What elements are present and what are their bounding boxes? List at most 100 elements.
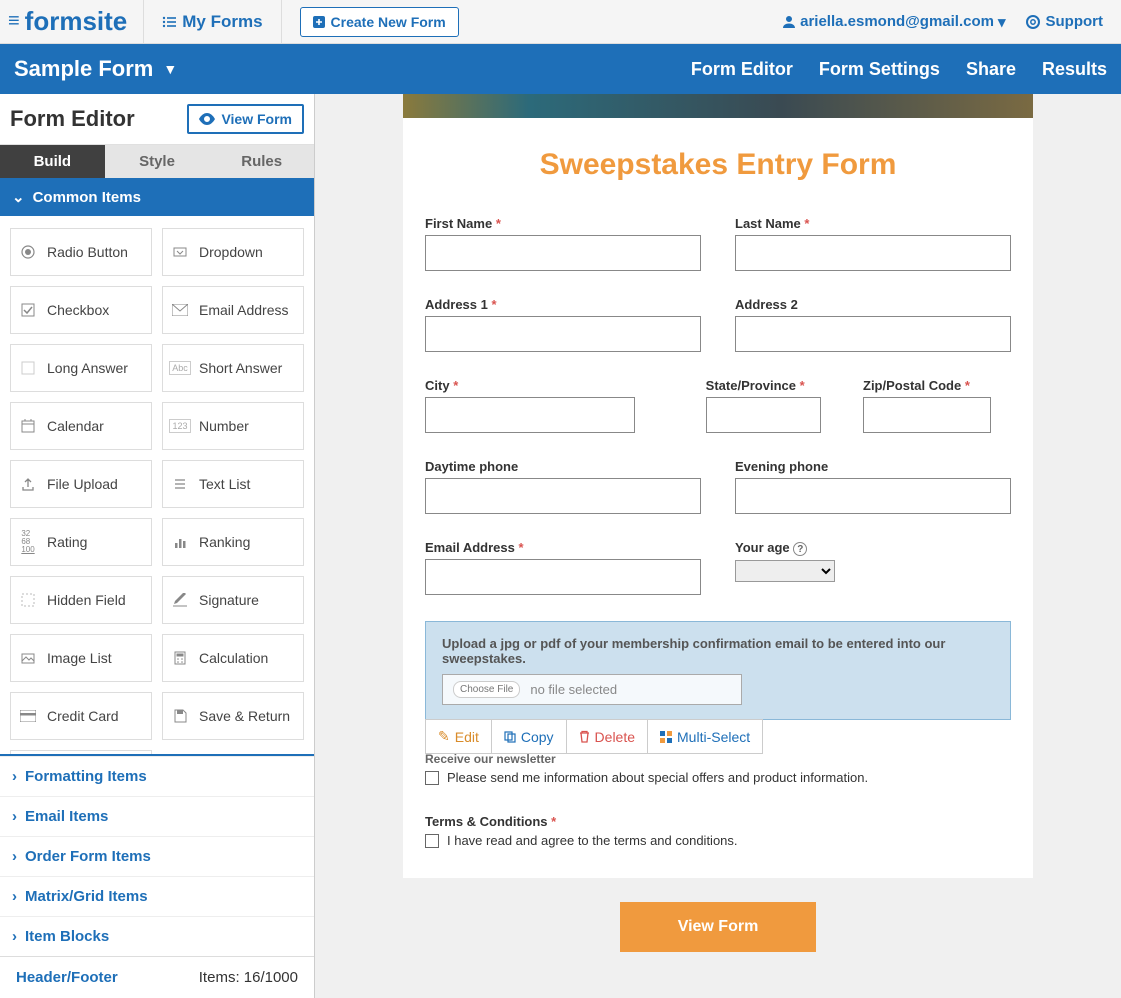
upload-label: Upload a jpg or pdf of your membership c… — [442, 636, 994, 666]
choose-file-button[interactable]: Choose File — [453, 681, 520, 698]
item-text-list[interactable]: Text List — [162, 460, 304, 508]
item-signature[interactable]: Signature — [162, 576, 304, 624]
sidebar-tab-build[interactable]: Build — [0, 145, 105, 178]
city-input[interactable] — [425, 397, 635, 433]
field-address2[interactable]: Address 2 — [735, 297, 1011, 352]
header-footer-link[interactable]: Header/Footer — [16, 969, 118, 986]
sidebar: Form Editor View Form Build Style Rules … — [0, 94, 315, 998]
view-form-button-large[interactable]: View Form — [620, 902, 816, 952]
form-name-label: Sample Form — [14, 56, 153, 82]
tab-form-settings[interactable]: Form Settings — [819, 59, 940, 80]
textlist-icon — [171, 475, 189, 493]
chevron-down-icon: ▾ — [998, 13, 1006, 31]
field-first-name[interactable]: First Name * — [425, 216, 701, 271]
toolbar-edit[interactable]: ✎ Edit — [426, 720, 492, 753]
item-long-answer[interactable]: Long Answer — [10, 344, 152, 392]
last-name-input[interactable] — [735, 235, 1011, 271]
newsletter-text: Please send me information about special… — [447, 770, 868, 785]
item-ranking[interactable]: Ranking — [162, 518, 304, 566]
radio-icon — [19, 243, 37, 261]
sidebar-title: Form Editor — [10, 106, 135, 132]
item-image-list[interactable]: Image List — [10, 634, 152, 682]
item-save-return[interactable]: Save & Return — [162, 692, 304, 740]
field-last-name[interactable]: Last Name * — [735, 216, 1011, 271]
accordion-order-form-items[interactable]: ›Order Form Items — [0, 836, 314, 876]
field-evening-phone[interactable]: Evening phone — [735, 459, 1011, 514]
item-file-upload[interactable]: File Upload — [10, 460, 152, 508]
accordion-matrix-grid-items[interactable]: ›Matrix/Grid Items — [0, 876, 314, 916]
user-menu[interactable]: ariella.esmond@gmail.com ▾ — [782, 13, 1005, 31]
view-form-button-small[interactable]: View Form — [187, 104, 304, 134]
item-dropdown[interactable]: Dropdown — [162, 228, 304, 276]
item-calendar[interactable]: Calendar — [10, 402, 152, 450]
topbar-right: ariella.esmond@gmail.com ▾ Support — [782, 13, 1121, 31]
toolbar-multi-select[interactable]: Multi-Select — [648, 720, 762, 753]
sidebar-tab-style[interactable]: Style — [105, 145, 210, 178]
item-hidden-field[interactable]: Hidden Field — [10, 576, 152, 624]
signature-icon — [171, 591, 189, 609]
field-age[interactable]: Your age ? — [735, 540, 1011, 595]
age-select[interactable] — [735, 560, 835, 582]
field-state[interactable]: State/Province * — [706, 378, 829, 433]
newsletter-checkbox[interactable] — [425, 771, 439, 785]
hero-image — [403, 94, 1033, 118]
grid-icon — [660, 731, 672, 743]
form-name-dropdown[interactable]: Sample Form ▼ — [14, 56, 177, 82]
credit-icon — [19, 707, 37, 725]
sidebar-tab-rules[interactable]: Rules — [209, 145, 314, 178]
item-short-answer[interactable]: AbcShort Answer — [162, 344, 304, 392]
first-name-input[interactable] — [425, 235, 701, 271]
toolbar-delete[interactable]: Delete — [567, 720, 648, 753]
logo[interactable]: ≡ formsite — [0, 6, 143, 37]
field-daytime-phone[interactable]: Daytime phone — [425, 459, 701, 514]
address2-input[interactable] — [735, 316, 1011, 352]
plus-icon — [313, 16, 325, 28]
item-rating[interactable]: 3268100Rating — [10, 518, 152, 566]
canvas: Sweepstakes Entry Form First Name * Last… — [315, 94, 1121, 998]
zip-input[interactable] — [863, 397, 991, 433]
upload-item-selected[interactable]: Upload a jpg or pdf of your membership c… — [425, 621, 1011, 720]
state-input[interactable] — [706, 397, 821, 433]
tab-results[interactable]: Results — [1042, 59, 1107, 80]
trash-icon — [579, 730, 590, 743]
daytime-phone-input[interactable] — [425, 478, 701, 514]
item-email-address[interactable]: Email Address — [162, 286, 304, 334]
view-form-label: View Form — [221, 111, 292, 127]
field-address1[interactable]: Address 1 * — [425, 297, 701, 352]
tab-form-editor[interactable]: Form Editor — [691, 59, 793, 80]
evening-phone-input[interactable] — [735, 478, 1011, 514]
item-checkbox[interactable]: Checkbox — [10, 286, 152, 334]
my-forms-link[interactable]: My Forms — [143, 0, 281, 43]
address1-input[interactable] — [425, 316, 701, 352]
file-picker[interactable]: Choose File no file selected — [442, 674, 742, 705]
item-number[interactable]: 123Number — [162, 402, 304, 450]
eye-icon — [199, 113, 215, 125]
help-icon[interactable]: ? — [793, 542, 807, 556]
accordion-item-blocks[interactable]: ›Item Blocks — [0, 916, 314, 956]
accordion-email-items[interactable]: ›Email Items — [0, 796, 314, 836]
accordion-formatting-items[interactable]: ›Formatting Items — [0, 756, 314, 796]
create-form-button[interactable]: Create New Form — [300, 7, 459, 37]
field-city[interactable]: City * — [425, 378, 672, 433]
item-calculation[interactable]: Calculation — [162, 634, 304, 682]
field-email[interactable]: Email Address * — [425, 540, 701, 595]
number-icon: 123 — [171, 417, 189, 435]
email-input[interactable] — [425, 559, 701, 595]
tab-share[interactable]: Share — [966, 59, 1016, 80]
support-link[interactable]: Support — [1026, 13, 1104, 30]
terms-block[interactable]: Terms & Conditions * I have read and agr… — [425, 813, 1011, 848]
blue-nav: Sample Form ▼ Form Editor Form Settings … — [0, 44, 1121, 94]
toolbar-copy[interactable]: Copy — [492, 720, 567, 753]
long-icon — [19, 359, 37, 377]
my-forms-label: My Forms — [182, 12, 262, 32]
brand-name: formsite — [25, 6, 128, 37]
chevron-right-icon: › — [12, 888, 17, 905]
terms-checkbox[interactable] — [425, 834, 439, 848]
item-radio-button[interactable]: Radio Button — [10, 228, 152, 276]
accordion-common-items[interactable]: ⌄ Common Items — [0, 178, 314, 216]
sidebar-header: Form Editor View Form — [0, 94, 314, 145]
user-icon — [782, 15, 796, 29]
newsletter-block[interactable]: Receive our newsletter Please send me in… — [425, 752, 1011, 785]
field-zip[interactable]: Zip/Postal Code * — [863, 378, 1011, 433]
item-credit-card[interactable]: Credit Card — [10, 692, 152, 740]
